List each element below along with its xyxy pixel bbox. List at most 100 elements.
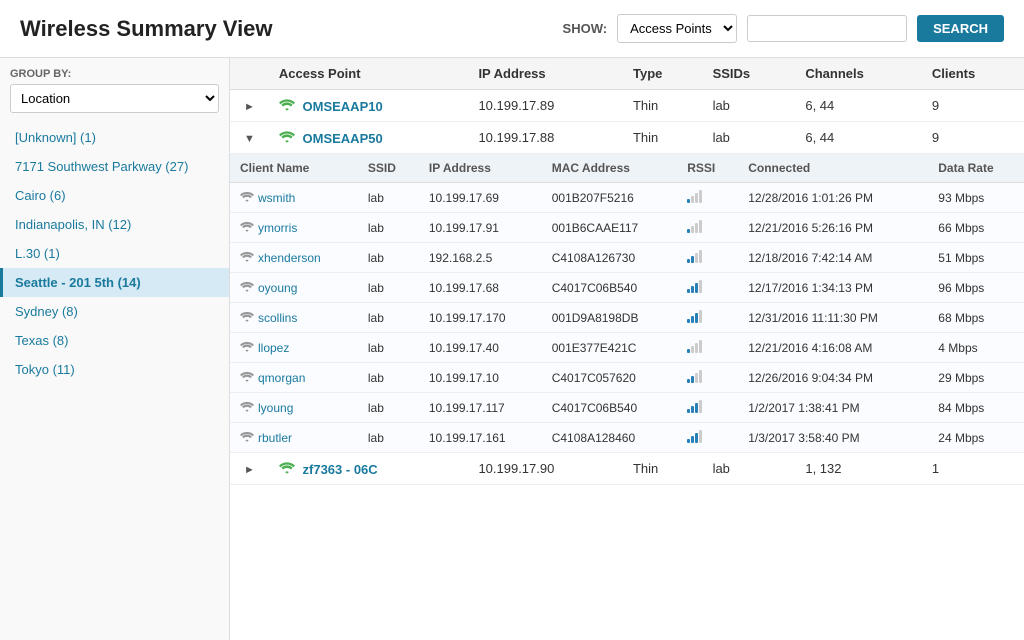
search-input[interactable]: [747, 15, 907, 42]
client-name-link[interactable]: scollins: [258, 311, 297, 325]
sidebar-item-sydney[interactable]: Sydney (8): [0, 297, 229, 326]
clients-container-row: Client Name SSID IP Address MAC Address …: [230, 154, 1024, 453]
client-ssid: lab: [358, 333, 419, 363]
sidebar-item-texas[interactable]: Texas (8): [0, 326, 229, 355]
client-mac: C4108A128460: [542, 423, 678, 453]
ap-name-link[interactable]: OMSEAAP50: [303, 131, 383, 146]
client-rssi: [677, 303, 738, 333]
client-ssid: lab: [358, 303, 419, 333]
signal-bars: [687, 219, 702, 233]
list-item: rbutler lab 10.199.17.161 C4108A128460: [230, 423, 1024, 453]
list-item: oyoung lab 10.199.17.68 C4017C06B540: [230, 273, 1024, 303]
group-by-label: GROUP BY:: [0, 68, 229, 84]
ap-ssids: lab: [703, 453, 796, 485]
col-ip: IP Address: [468, 58, 623, 90]
show-select[interactable]: Access Points Clients SSIDs: [617, 14, 737, 43]
client-rate: 93 Mbps: [928, 183, 1024, 213]
client-name-link[interactable]: rbutler: [258, 431, 292, 445]
list-item: scollins lab 10.199.17.170 001D9A8198DB: [230, 303, 1024, 333]
sidebar-item-tokyo[interactable]: Tokyo (11): [0, 355, 229, 384]
wifi-icon: [240, 280, 254, 295]
client-mac: C4017C06B540: [542, 273, 678, 303]
client-name-link[interactable]: xhenderson: [258, 251, 321, 265]
client-ssid: lab: [358, 393, 419, 423]
main-content: Access Point IP Address Type SSIDs Chann…: [230, 58, 1024, 640]
col-access-point: Access Point: [269, 58, 469, 90]
client-mac: 001B207F5216: [542, 183, 678, 213]
client-rssi: [677, 183, 738, 213]
client-mac: C4017C06B540: [542, 393, 678, 423]
list-item: ymorris lab 10.199.17.91 001B6CAAE117: [230, 213, 1024, 243]
client-ip: 10.199.17.170: [419, 303, 542, 333]
client-name-link[interactable]: oyoung: [258, 281, 297, 295]
client-col-connected: Connected: [738, 154, 928, 183]
ap-channels: 1, 132: [795, 453, 922, 485]
client-ssid: lab: [358, 423, 419, 453]
client-rate: 96 Mbps: [928, 273, 1024, 303]
table-row: ► zf7363 - 06C 10.199.17.90 Thin lab 1, …: [230, 453, 1024, 485]
search-button[interactable]: SEARCH: [917, 15, 1004, 42]
client-col-ssid: SSID: [358, 154, 419, 183]
wifi-icon: [240, 250, 254, 265]
clients-sub-table: Client Name SSID IP Address MAC Address …: [230, 154, 1024, 452]
ap-name-link[interactable]: OMSEAAP10: [303, 99, 383, 114]
wifi-icon: [240, 430, 254, 445]
ap-type: Thin: [623, 90, 703, 122]
col-channels: Channels: [795, 58, 922, 90]
ap-clients: 1: [922, 453, 1024, 485]
client-rssi: [677, 363, 738, 393]
client-mac: 001D9A8198DB: [542, 303, 678, 333]
table-row: ▼ OMSEAAP50 10.199.17.88 Thin lab 6, 44 …: [230, 122, 1024, 154]
expand-button[interactable]: ►: [240, 99, 259, 115]
client-ip: 10.199.17.10: [419, 363, 542, 393]
ap-name-link[interactable]: zf7363 - 06C: [303, 462, 378, 477]
signal-bars: [687, 189, 702, 203]
ap-type: Thin: [623, 122, 703, 154]
client-mac: C4017C057620: [542, 363, 678, 393]
client-name-link[interactable]: qmorgan: [258, 371, 305, 385]
header: Wireless Summary View SHOW: Access Point…: [0, 0, 1024, 58]
client-rssi: [677, 213, 738, 243]
client-name-link[interactable]: lyoung: [258, 401, 293, 415]
ap-ip: 10.199.17.88: [468, 122, 623, 154]
client-connected: 12/18/2016 7:42:14 AM: [738, 243, 928, 273]
list-item: lyoung lab 10.199.17.117 C4017C06B540: [230, 393, 1024, 423]
col-expand: [230, 58, 269, 90]
sidebar-item-cairo[interactable]: Cairo (6): [0, 181, 229, 210]
sidebar-item-indianapolis[interactable]: Indianapolis, IN (12): [0, 210, 229, 239]
client-connected: 1/3/2017 3:58:40 PM: [738, 423, 928, 453]
show-label: SHOW:: [563, 21, 608, 36]
client-connected: 12/26/2016 9:04:34 PM: [738, 363, 928, 393]
client-rate: 51 Mbps: [928, 243, 1024, 273]
client-name-link[interactable]: llopez: [258, 341, 289, 355]
signal-bars: [687, 429, 702, 443]
client-name-link[interactable]: wsmith: [258, 191, 295, 205]
client-rate: 66 Mbps: [928, 213, 1024, 243]
expand-button[interactable]: ►: [240, 462, 259, 478]
client-rate: 84 Mbps: [928, 393, 1024, 423]
ap-clients: 9: [922, 122, 1024, 154]
list-item: xhenderson lab 192.168.2.5 C4108A126730: [230, 243, 1024, 273]
sidebar-item-seattle[interactable]: Seattle - 201 5th (14): [0, 268, 229, 297]
sidebar-item-l30[interactable]: L.30 (1): [0, 239, 229, 268]
group-by-select[interactable]: Location Type Channel: [10, 84, 219, 113]
client-col-rssi: RSSI: [677, 154, 738, 183]
client-ip: 10.199.17.117: [419, 393, 542, 423]
expand-button[interactable]: ▼: [240, 131, 259, 147]
wifi-icon: [240, 190, 254, 205]
client-connected: 1/2/2017 1:38:41 PM: [738, 393, 928, 423]
sidebar-item-unknown[interactable]: [Unknown] (1): [0, 123, 229, 152]
table-header-row: Access Point IP Address Type SSIDs Chann…: [230, 58, 1024, 90]
client-rssi: [677, 423, 738, 453]
access-points-table: Access Point IP Address Type SSIDs Chann…: [230, 58, 1024, 485]
sidebar-item-southwest[interactable]: 7171 Southwest Parkway (27): [0, 152, 229, 181]
header-controls: SHOW: Access Points Clients SSIDs SEARCH: [563, 14, 1004, 43]
client-col-rate: Data Rate: [928, 154, 1024, 183]
client-ssid: lab: [358, 183, 419, 213]
signal-bars: [687, 279, 702, 293]
client-name-link[interactable]: ymorris: [258, 221, 297, 235]
client-rate: 4 Mbps: [928, 333, 1024, 363]
list-item: qmorgan lab 10.199.17.10 C4017C057620: [230, 363, 1024, 393]
ap-ssids: lab: [703, 90, 796, 122]
client-ip: 10.199.17.68: [419, 273, 542, 303]
